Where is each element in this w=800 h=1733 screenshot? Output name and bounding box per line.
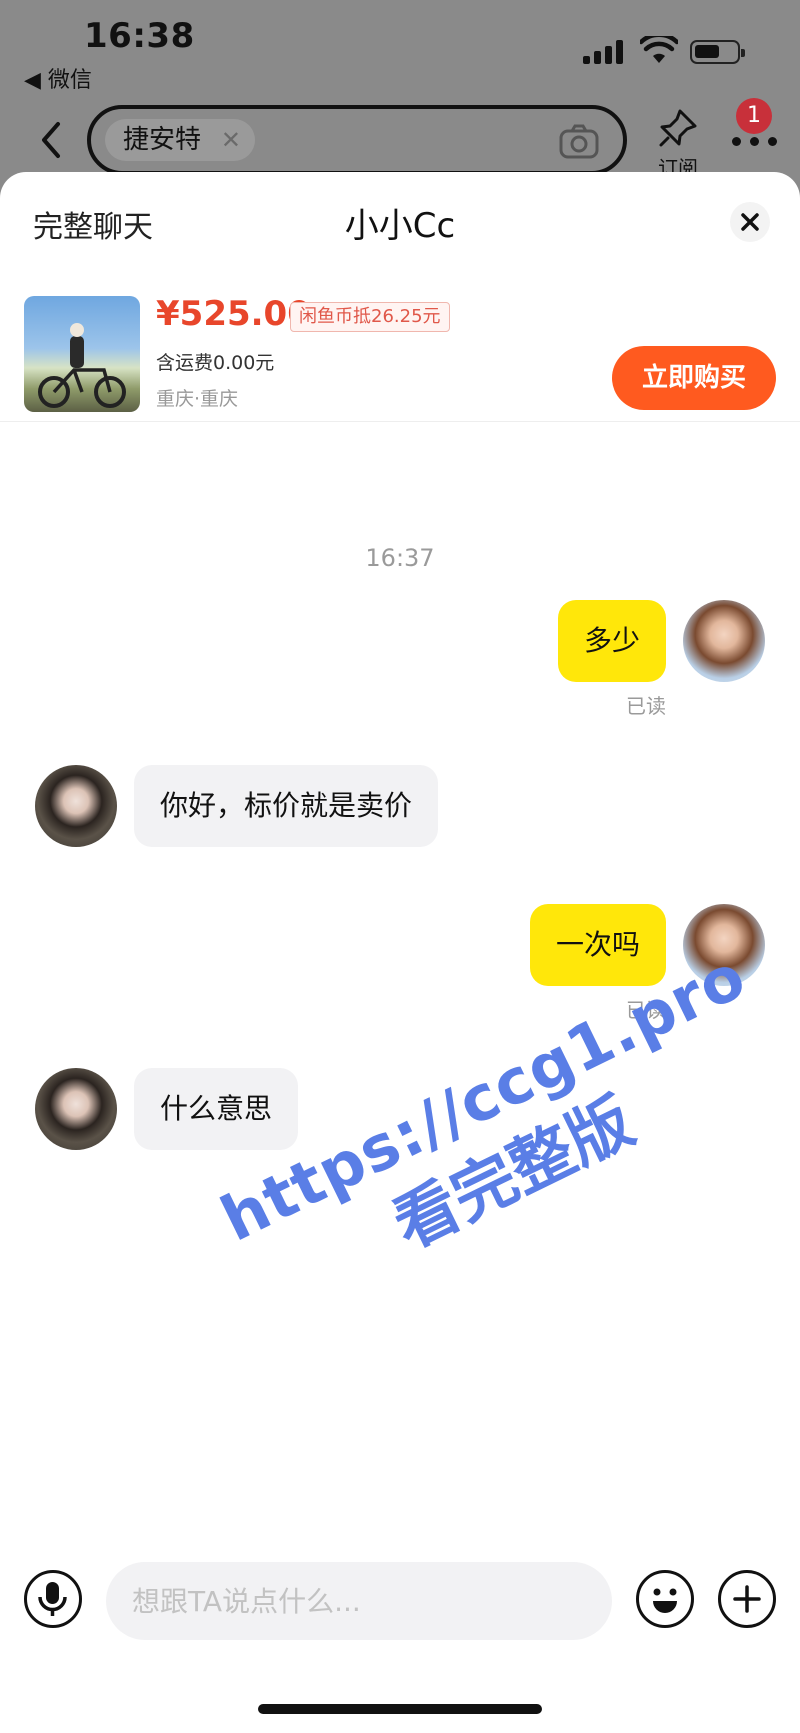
background-app: 16:38 ◀ 微信 捷安特 ✕ 订阅 1 [0,0,800,200]
close-button[interactable] [730,202,770,242]
subscribe-button[interactable]: 订阅 [650,106,706,180]
status-time: 16:38 [84,16,195,56]
home-indicator[interactable] [258,1704,542,1714]
product-price: ¥525.00 [156,294,311,334]
message-bubble-sent[interactable]: 多少 [557,600,666,682]
message-bubble-sent[interactable]: 一次吗 [529,904,666,986]
more-actions-button[interactable] [718,1570,776,1628]
status-bar: 16:38 ◀ 微信 [0,0,800,95]
message-bubble-received[interactable]: 什么意思 [134,1068,299,1150]
message-bubble-received[interactable]: 你好，标价就是卖价 [134,765,439,847]
wifi-icon [640,36,678,63]
product-thumbnail[interactable] [24,296,140,412]
product-card[interactable]: ¥525.00 闲鱼币抵26.25元 含运费0.00元 重庆·重庆 立即购买 [0,282,800,422]
search-nav-row: 捷安特 ✕ 订阅 1 [0,98,800,180]
close-icon [741,213,759,231]
chat-title: 小小Cc [344,206,456,246]
seller-avatar[interactable] [35,765,117,847]
message-input-bar [0,1550,800,1650]
emoji-button[interactable] [636,1570,694,1628]
search-chip[interactable]: 捷安特 ✕ [105,119,256,161]
message-timestamp: 16:37 [365,544,435,572]
back-to-app-link[interactable]: ◀ 微信 [24,62,92,94]
read-status: 已读 [626,694,666,718]
shipping-info: 含运费0.00元 [156,352,275,374]
battery-icon [690,40,745,64]
coin-discount-tag: 闲鱼币抵26.25元 [290,302,450,332]
cellular-signal-icon [583,40,625,64]
message-input[interactable] [106,1562,612,1640]
chip-close-icon[interactable]: ✕ [221,119,241,161]
buy-now-button[interactable]: 立即购买 [612,346,776,410]
full-chat-link[interactable]: 完整聊天 [33,202,153,246]
sheet-header: 完整聊天 小小Cc [0,172,800,272]
search-bar[interactable]: 捷安特 ✕ [87,105,627,175]
camera-icon[interactable] [559,123,599,159]
back-arrow-icon[interactable] [36,120,66,160]
more-options-icon[interactable] [730,130,780,150]
my-avatar[interactable] [683,600,765,682]
chat-sheet: 完整聊天 小小Cc ¥525.00 闲鱼币抵26.25元 含运费0.00元 重庆… [0,172,800,1733]
plus-icon [733,1585,761,1613]
pin-icon [659,109,697,147]
notification-badge: 1 [736,98,772,134]
search-chip-label: 捷安特 [123,125,202,155]
microphone-icon [38,1582,67,1616]
product-location: 重庆·重庆 [156,388,239,410]
emoji-icon [653,1588,677,1613]
voice-input-button[interactable] [24,1570,82,1628]
bicycle-photo-icon [38,323,126,408]
seller-avatar[interactable] [35,1068,117,1150]
